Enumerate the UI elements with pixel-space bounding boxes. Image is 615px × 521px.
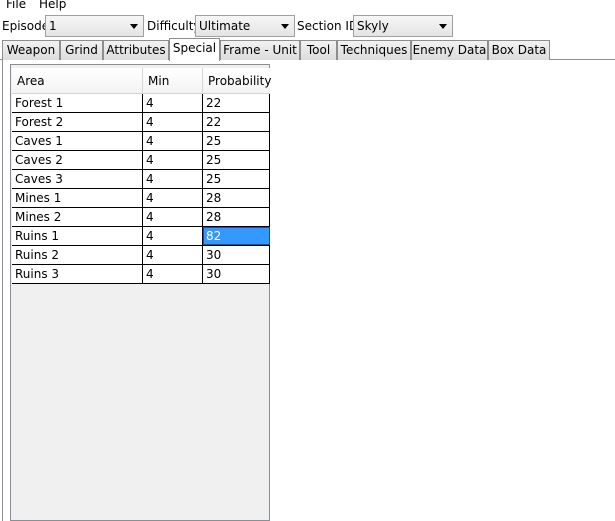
cell-probability[interactable]: 22 <box>203 94 270 112</box>
cell-probability[interactable]: 25 <box>203 170 270 188</box>
table-row[interactable]: Mines 1 4 28 <box>12 189 270 208</box>
difficulty-dropdown[interactable]: Ultimate <box>195 15 295 37</box>
section-id-dropdown[interactable]: Skyly <box>353 15 453 37</box>
cell-min-rank[interactable]: 4 <box>143 246 203 264</box>
cell-probability[interactable]: 30 <box>203 246 270 264</box>
section-id-label: Section ID <box>297 19 359 33</box>
cell-probability[interactable]: 82 <box>203 227 270 245</box>
table-row[interactable]: Forest 2 4 22 <box>12 113 270 132</box>
tab-grind[interactable]: Grind <box>60 40 103 60</box>
tab-tool[interactable]: Tool <box>300 40 337 60</box>
tab-enemy-data[interactable]: Enemy Data <box>411 40 488 60</box>
cell-area[interactable]: Ruins 2 <box>12 246 143 264</box>
tab-box-data[interactable]: Box Data <box>488 40 550 60</box>
cell-min-rank[interactable]: 4 <box>143 151 203 169</box>
table-row[interactable]: Caves 3 4 25 <box>12 170 270 189</box>
tab-weapon[interactable]: Weapon <box>2 40 60 60</box>
difficulty-value: Ultimate <box>199 19 251 33</box>
chevron-down-icon <box>130 24 138 29</box>
cell-min-rank[interactable]: 4 <box>143 132 203 150</box>
tab-techniques[interactable]: Techniques <box>337 40 411 60</box>
cell-probability[interactable]: 22 <box>203 113 270 131</box>
column-header-probability[interactable]: Probability <box>203 68 271 94</box>
cell-probability[interactable]: 30 <box>203 265 270 283</box>
table-row[interactable]: Ruins 1 4 82 <box>12 227 270 246</box>
cell-min-rank[interactable]: 4 <box>143 94 203 112</box>
episode-dropdown[interactable]: 1 <box>45 15 144 37</box>
cell-min-rank[interactable]: 4 <box>143 208 203 226</box>
tab-special[interactable]: Special <box>169 38 220 61</box>
episode-value: 1 <box>49 19 57 33</box>
cell-probability[interactable]: 28 <box>203 189 270 207</box>
tab-attributes[interactable]: Attributes <box>103 40 169 60</box>
filter-toolbar: Episode 1 Difficulty Ultimate Section ID… <box>0 14 615 38</box>
table-row[interactable]: Caves 2 4 25 <box>12 151 270 170</box>
tab-strip: Weapon Grind Attributes Special Frame - … <box>0 38 615 61</box>
menu-bar: File Help <box>0 0 615 12</box>
column-header-min-rank[interactable]: Min Rank <box>143 68 203 114</box>
cell-area[interactable]: Forest 1 <box>12 94 143 112</box>
episode-label: Episode <box>2 19 50 33</box>
cell-probability[interactable]: 25 <box>203 151 270 169</box>
chevron-down-icon <box>439 24 447 29</box>
cell-area[interactable]: Mines 1 <box>12 189 143 207</box>
special-data-grid[interactable]: Area Min Rank Probability Forest 1422For… <box>10 64 271 521</box>
cell-min-rank[interactable]: 4 <box>143 113 203 131</box>
cell-area[interactable]: Forest 2 <box>12 113 143 131</box>
tab-frame-unit[interactable]: Frame - Unit <box>220 40 300 60</box>
difficulty-label: Difficulty <box>147 19 201 33</box>
cell-probability[interactable]: 28 <box>203 208 270 226</box>
table-row[interactable]: Caves 1 4 25 <box>12 132 270 151</box>
tab-content-special: Area Min Rank Probability Forest 1422For… <box>2 60 615 521</box>
column-header-area[interactable]: Area <box>12 68 143 94</box>
cell-min-rank[interactable]: 4 <box>143 265 203 283</box>
chevron-down-icon <box>281 24 289 29</box>
table-row[interactable]: Forest 1 4 22 <box>12 94 270 113</box>
table-row[interactable]: Mines 2 4 28 <box>12 208 270 227</box>
table-row[interactable]: Ruins 3 4 30 <box>12 265 270 284</box>
cell-min-rank[interactable]: 4 <box>143 189 203 207</box>
cell-probability[interactable]: 25 <box>203 132 270 150</box>
section-id-value: Skyly <box>357 19 389 33</box>
cell-area[interactable]: Caves 1 <box>12 132 143 150</box>
menu-file[interactable]: File <box>3 0 29 12</box>
cell-area[interactable]: Mines 2 <box>12 208 143 226</box>
cell-area[interactable]: Caves 3 <box>12 170 143 188</box>
cell-min-rank[interactable]: 4 <box>143 170 203 188</box>
grid-header: Area Min Rank Probability <box>12 68 271 114</box>
cell-area[interactable]: Caves 2 <box>12 151 143 169</box>
cell-min-rank[interactable]: 4 <box>143 227 203 245</box>
menu-help[interactable]: Help <box>36 0 69 12</box>
cell-area[interactable]: Ruins 1 <box>12 227 143 245</box>
table-row[interactable]: Ruins 2 4 30 <box>12 246 270 265</box>
cell-area[interactable]: Ruins 3 <box>12 265 143 283</box>
